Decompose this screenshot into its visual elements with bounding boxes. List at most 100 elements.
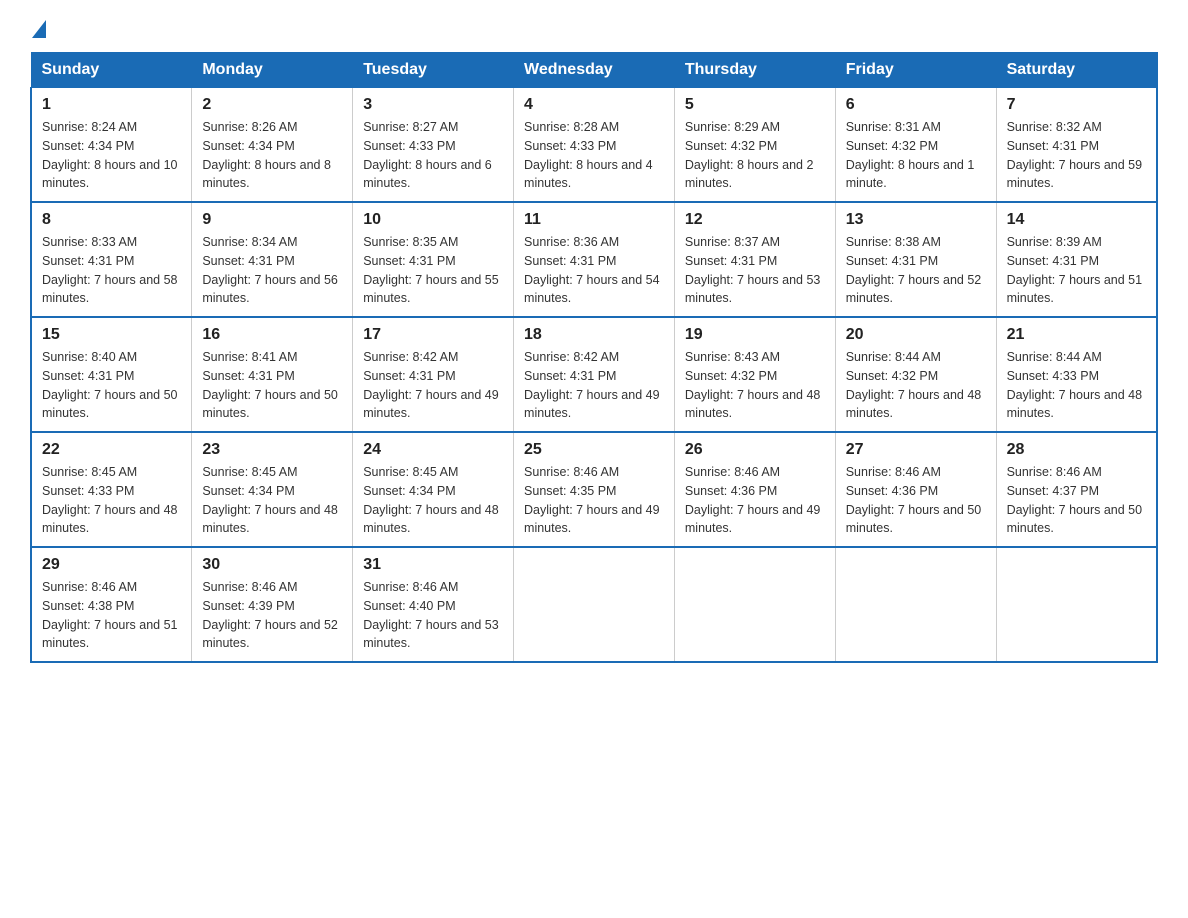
day-number: 26 — [685, 441, 825, 459]
calendar-cell-w4d1: 22Sunrise: 8:45 AMSunset: 4:33 PMDayligh… — [31, 432, 192, 547]
calendar-cell-w2d5: 12Sunrise: 8:37 AMSunset: 4:31 PMDayligh… — [674, 202, 835, 317]
calendar-cell-w3d7: 21 Sunrise: 8:44 AMSunset: 4:33 PMDayligh… — [996, 317, 1157, 432]
day-info: Sunrise: 8:27 AMSunset: 4:33 PMDaylight:… — [363, 118, 503, 193]
day-number: 5 — [685, 96, 825, 114]
day-info: Sunrise: 8:40 AMSunset: 4:31 PMDaylight:… — [42, 348, 181, 423]
week-row-3: 15 Sunrise: 8:40 AMSunset: 4:31 PMDayligh… — [31, 317, 1157, 432]
calendar-cell-w5d2: 30Sunrise: 8:46 AMSunset: 4:39 PMDayligh… — [192, 547, 353, 662]
day-number: 19 — [685, 326, 825, 344]
day-info: Sunrise: 8:41 AMSunset: 4:31 PMDaylight:… — [202, 348, 342, 423]
calendar-header: SundayMondayTuesdayWednesdayThursdayFrid… — [31, 53, 1157, 88]
calendar-cell-w4d2: 23 Sunrise: 8:45 AMSunset: 4:34 PMDayligh… — [192, 432, 353, 547]
header-saturday: Saturday — [996, 53, 1157, 88]
day-number: 12 — [685, 211, 825, 229]
calendar-cell-w5d5 — [674, 547, 835, 662]
day-number: 4 — [524, 96, 664, 114]
logo-triangle-icon — [32, 20, 46, 38]
header-thursday: Thursday — [674, 53, 835, 88]
day-info: Sunrise: 8:46 AMSunset: 4:38 PMDaylight:… — [42, 578, 181, 653]
day-info: Sunrise: 8:43 AMSunset: 4:32 PMDaylight:… — [685, 348, 825, 423]
calendar-cell-w3d6: 20Sunrise: 8:44 AMSunset: 4:32 PMDayligh… — [835, 317, 996, 432]
day-number: 11 — [524, 211, 664, 229]
day-number: 23 — [202, 441, 342, 459]
day-number: 21 — [1007, 326, 1146, 344]
day-info: Sunrise: 8:32 AMSunset: 4:31 PMDaylight:… — [1007, 118, 1146, 193]
week-row-5: 29 Sunrise: 8:46 AMSunset: 4:38 PMDayligh… — [31, 547, 1157, 662]
calendar-cell-w5d1: 29 Sunrise: 8:46 AMSunset: 4:38 PMDayligh… — [31, 547, 192, 662]
calendar-cell-w3d2: 16 Sunrise: 8:41 AMSunset: 4:31 PMDayligh… — [192, 317, 353, 432]
day-info: Sunrise: 8:44 AMSunset: 4:33 PMDaylight:… — [1007, 348, 1146, 423]
calendar-cell-w1d4: 4 Sunrise: 8:28 AMSunset: 4:33 PMDaylight… — [514, 88, 675, 203]
day-info: Sunrise: 8:28 AMSunset: 4:33 PMDaylight:… — [524, 118, 664, 193]
header-monday: Monday — [192, 53, 353, 88]
day-info: Sunrise: 8:45 AMSunset: 4:34 PMDaylight:… — [202, 463, 342, 538]
calendar-cell-w3d5: 19 Sunrise: 8:43 AMSunset: 4:32 PMDayligh… — [674, 317, 835, 432]
day-info: Sunrise: 8:46 AMSunset: 4:36 PMDaylight:… — [685, 463, 825, 538]
calendar-cell-w4d4: 25Sunrise: 8:46 AMSunset: 4:35 PMDayligh… — [514, 432, 675, 547]
header-friday: Friday — [835, 53, 996, 88]
day-info: Sunrise: 8:46 AMSunset: 4:35 PMDaylight:… — [524, 463, 664, 538]
day-number: 6 — [846, 96, 986, 114]
calendar-cell-w4d7: 28 Sunrise: 8:46 AMSunset: 4:37 PMDayligh… — [996, 432, 1157, 547]
day-number: 24 — [363, 441, 503, 459]
day-number: 10 — [363, 211, 503, 229]
week-row-2: 8Sunrise: 8:33 AMSunset: 4:31 PMDaylight… — [31, 202, 1157, 317]
calendar-cell-w5d4 — [514, 547, 675, 662]
calendar-cell-w2d7: 14 Sunrise: 8:39 AMSunset: 4:31 PMDayligh… — [996, 202, 1157, 317]
calendar-cell-w2d4: 11Sunrise: 8:36 AMSunset: 4:31 PMDayligh… — [514, 202, 675, 317]
calendar-cell-w1d2: 2 Sunrise: 8:26 AMSunset: 4:34 PMDaylight… — [192, 88, 353, 203]
day-info: Sunrise: 8:46 AMSunset: 4:39 PMDaylight:… — [202, 578, 342, 653]
week-row-1: 1 Sunrise: 8:24 AMSunset: 4:34 PMDaylight… — [31, 88, 1157, 203]
day-info: Sunrise: 8:45 AMSunset: 4:33 PMDaylight:… — [42, 463, 181, 538]
day-number: 2 — [202, 96, 342, 114]
calendar-cell-w2d2: 9 Sunrise: 8:34 AMSunset: 4:31 PMDaylight… — [192, 202, 353, 317]
day-info: Sunrise: 8:42 AMSunset: 4:31 PMDaylight:… — [363, 348, 503, 423]
day-number: 29 — [42, 556, 181, 574]
day-info: Sunrise: 8:42 AMSunset: 4:31 PMDaylight:… — [524, 348, 664, 423]
calendar-cell-w1d1: 1 Sunrise: 8:24 AMSunset: 4:34 PMDaylight… — [31, 88, 192, 203]
day-number: 15 — [42, 326, 181, 344]
calendar-cell-w2d6: 13 Sunrise: 8:38 AMSunset: 4:31 PMDayligh… — [835, 202, 996, 317]
day-info: Sunrise: 8:39 AMSunset: 4:31 PMDaylight:… — [1007, 233, 1146, 308]
day-info: Sunrise: 8:31 AMSunset: 4:32 PMDaylight:… — [846, 118, 986, 193]
day-info: Sunrise: 8:26 AMSunset: 4:34 PMDaylight:… — [202, 118, 342, 193]
day-info: Sunrise: 8:46 AMSunset: 4:40 PMDaylight:… — [363, 578, 503, 653]
day-info: Sunrise: 8:38 AMSunset: 4:31 PMDaylight:… — [846, 233, 986, 308]
calendar-cell-w2d3: 10 Sunrise: 8:35 AMSunset: 4:31 PMDayligh… — [353, 202, 514, 317]
header-sunday: Sunday — [31, 53, 192, 88]
day-info: Sunrise: 8:24 AMSunset: 4:34 PMDaylight:… — [42, 118, 181, 193]
calendar-cell-w1d5: 5 Sunrise: 8:29 AMSunset: 4:32 PMDaylight… — [674, 88, 835, 203]
calendar-cell-w3d1: 15 Sunrise: 8:40 AMSunset: 4:31 PMDayligh… — [31, 317, 192, 432]
day-info: Sunrise: 8:46 AMSunset: 4:37 PMDaylight:… — [1007, 463, 1146, 538]
day-info: Sunrise: 8:45 AMSunset: 4:34 PMDaylight:… — [363, 463, 503, 538]
day-number: 18 — [524, 326, 664, 344]
calendar-body: 1 Sunrise: 8:24 AMSunset: 4:34 PMDaylight… — [31, 88, 1157, 663]
day-number: 17 — [363, 326, 503, 344]
day-number: 13 — [846, 211, 986, 229]
day-number: 9 — [202, 211, 342, 229]
calendar-cell-w4d6: 27Sunrise: 8:46 AMSunset: 4:36 PMDayligh… — [835, 432, 996, 547]
calendar-cell-w5d3: 31 Sunrise: 8:46 AMSunset: 4:40 PMDayligh… — [353, 547, 514, 662]
header-wednesday: Wednesday — [514, 53, 675, 88]
day-info: Sunrise: 8:35 AMSunset: 4:31 PMDaylight:… — [363, 233, 503, 308]
header-tuesday: Tuesday — [353, 53, 514, 88]
day-number: 28 — [1007, 441, 1146, 459]
calendar-table: SundayMondayTuesdayWednesdayThursdayFrid… — [30, 52, 1158, 663]
day-number: 14 — [1007, 211, 1146, 229]
calendar-cell-w4d3: 24 Sunrise: 8:45 AMSunset: 4:34 PMDayligh… — [353, 432, 514, 547]
calendar-cell-w1d7: 7 Sunrise: 8:32 AMSunset: 4:31 PMDaylight… — [996, 88, 1157, 203]
calendar-cell-w1d3: 3 Sunrise: 8:27 AMSunset: 4:33 PMDaylight… — [353, 88, 514, 203]
day-info: Sunrise: 8:29 AMSunset: 4:32 PMDaylight:… — [685, 118, 825, 193]
day-number: 31 — [363, 556, 503, 574]
day-number: 27 — [846, 441, 986, 459]
calendar-cell-w4d5: 26 Sunrise: 8:46 AMSunset: 4:36 PMDayligh… — [674, 432, 835, 547]
day-info: Sunrise: 8:34 AMSunset: 4:31 PMDaylight:… — [202, 233, 342, 308]
day-number: 3 — [363, 96, 503, 114]
day-number: 7 — [1007, 96, 1146, 114]
day-number: 16 — [202, 326, 342, 344]
page-header — [30, 20, 1158, 42]
day-number: 8 — [42, 211, 181, 229]
logo — [30, 20, 46, 42]
day-number: 20 — [846, 326, 986, 344]
day-number: 1 — [42, 96, 181, 114]
